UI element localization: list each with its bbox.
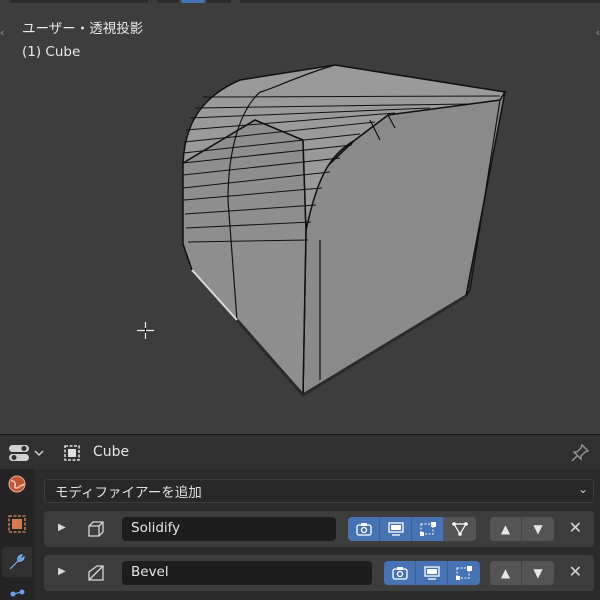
render-toggle[interactable] <box>348 517 380 541</box>
monitor-icon <box>387 522 404 536</box>
modifier-panel-bevel[interactable]: ▶ Bevel ▲ ▼ ✕ <box>44 555 594 591</box>
on-cage-toggle[interactable] <box>444 517 476 541</box>
object-name-title: Cube <box>93 444 130 460</box>
modifier-stack: モディファイアーを追加 ⌄ ▶ Solidify ▲ ▼ ✕ ▶ Bevel ▲… <box>34 469 600 600</box>
properties-tab-column <box>0 469 34 600</box>
move-up-button[interactable]: ▲ <box>490 561 522 585</box>
expand-arrow-icon[interactable]: ▶ <box>58 566 66 577</box>
modifier-name-field[interactable]: Solidify <box>122 517 336 541</box>
modifier-tab[interactable] <box>2 547 32 577</box>
vertex-triangle-icon <box>452 522 468 536</box>
expand-arrow-icon[interactable]: ▶ <box>58 522 66 533</box>
properties-header: Cube <box>0 435 600 469</box>
modifier-name-field[interactable]: Bevel <box>122 561 372 585</box>
viewport-toggle[interactable] <box>416 561 448 585</box>
object-tab[interactable] <box>2 509 32 539</box>
wrench-icon <box>9 554 25 570</box>
render-toggle[interactable] <box>384 561 416 585</box>
camera-icon <box>355 523 372 536</box>
world-tab[interactable] <box>2 469 32 499</box>
particles-icon <box>10 589 25 597</box>
properties-editor: Cube モディファイアーを追加 ⌄ ▶ Solidify ▲ ▼ ✕ ▶ Be… <box>0 434 600 600</box>
camera-icon <box>391 567 408 580</box>
particles-tab[interactable] <box>2 581 32 600</box>
cube-mesh[interactable] <box>0 0 600 434</box>
pin-icon[interactable] <box>570 443 590 463</box>
add-modifier-label: モディファイアーを追加 <box>55 485 202 501</box>
modifier-visibility-toggles <box>384 561 480 585</box>
chevron-down-icon: ⌄ <box>577 482 588 496</box>
bevel-icon <box>88 565 104 581</box>
monitor-icon <box>423 566 440 580</box>
modifier-panel-solidify[interactable]: ▶ Solidify ▲ ▼ ✕ <box>44 511 594 547</box>
edit-mode-toggle[interactable] <box>412 517 444 541</box>
edit-mode-toggle[interactable] <box>448 561 480 585</box>
viewport-toggle[interactable] <box>380 517 412 541</box>
modifier-move-buttons: ▲ ▼ <box>490 517 554 541</box>
move-down-button[interactable]: ▼ <box>522 561 554 585</box>
properties-editor-icon <box>9 445 29 461</box>
delete-modifier-icon[interactable]: ✕ <box>569 562 582 581</box>
delete-modifier-icon[interactable]: ✕ <box>569 518 582 537</box>
world-icon <box>8 475 26 493</box>
add-modifier-dropdown[interactable]: モディファイアーを追加 ⌄ <box>44 479 594 503</box>
edit-mode-icon <box>419 522 436 536</box>
object-properties-icon <box>8 515 26 533</box>
modifier-visibility-toggles <box>348 517 476 541</box>
3d-viewport[interactable]: ‹ ‹ ユーザー・透視投影 (1) Cube <box>0 0 600 434</box>
move-up-button[interactable]: ▲ <box>490 517 522 541</box>
solidify-icon <box>88 521 104 537</box>
object-icon <box>64 445 80 461</box>
editor-type-button[interactable] <box>8 442 46 464</box>
modifier-move-buttons: ▲ ▼ <box>490 561 554 585</box>
move-down-button[interactable]: ▼ <box>522 517 554 541</box>
edit-mode-icon <box>456 566 472 580</box>
3d-cursor-icon <box>137 322 154 339</box>
chevron-down-icon <box>34 450 44 457</box>
